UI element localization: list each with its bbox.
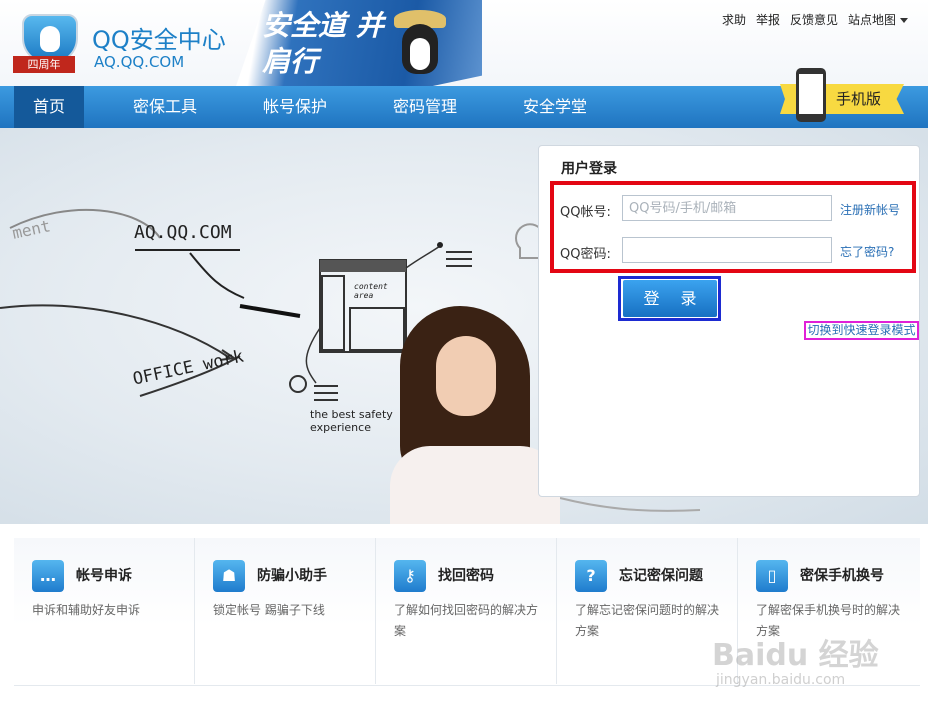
watermark-url: jingyan.baidu.com [716,672,846,688]
login-title: 用户登录 [561,161,617,177]
hero-sketch-text-safety: the best safety [310,408,393,421]
banner-slogan: 安全道 并肩行 [262,9,384,78]
top-link-feedback[interactable]: 反馈意见 [790,11,838,28]
service-title: 密保手机换号 [800,568,884,584]
hero-sketch-text-experience: experience [310,421,371,434]
watermark: Baidu 经验 [712,638,879,673]
service-card-appeal[interactable]: … 帐号申诉 申诉和辅助好友申诉 [14,538,195,684]
register-link[interactable]: 注册新帐号 [840,201,900,218]
top-link-help[interactable]: 求助 [722,11,746,28]
penguin-icon [40,26,60,52]
key-icon: ⚷ [394,560,426,592]
chat-icon: … [32,560,64,592]
account-input[interactable] [622,195,832,221]
service-desc: 了解如何找回密码的解决方案 [394,603,539,638]
phone-icon: ▯ [756,560,788,592]
login-button[interactable]: 登 录 [623,280,717,317]
logo-ribbon: 四周年 [13,56,75,73]
service-title: 忘记密保问题 [619,568,703,584]
logo-subtitle: AQ.QQ.COM [94,53,185,71]
phone-icon [796,68,826,122]
service-desc: 锁定帐号 踢骗子下线 [213,603,325,617]
nav-item-home[interactable]: 首页 [14,86,84,128]
lock-user-icon: ☗ [213,560,245,592]
nav-item-account-protection[interactable]: 帐号保护 [240,86,350,128]
service-desc: 了解忘记密保问题时的解决方案 [575,603,720,638]
service-card-forgot-question[interactable]: ? 忘记密保问题 了解忘记密保问题时的解决方案 [557,538,738,684]
top-link-report[interactable]: 举报 [756,11,780,28]
nav-item-tools[interactable]: 密保工具 [110,86,220,128]
page: 四周年 QQ安全中心 AQ.QQ.COM 安全道 并肩行 求助 举报 反馈意见 … [0,0,928,713]
top-links: 求助 举报 反馈意见 站点地图 [722,11,908,28]
service-card-anti-fraud[interactable]: ☗ 防骗小助手 锁定帐号 踢骗子下线 [195,538,376,684]
hero-model-illustration [390,306,560,524]
nav-item-academy[interactable]: 安全学堂 [500,86,610,128]
hero-sketch-text-content: content area [354,282,388,300]
service-title: 帐号申诉 [76,568,132,584]
logo-title[interactable]: QQ安全中心 [92,20,226,55]
password-input[interactable] [622,237,832,263]
top-link-sitemap[interactable]: 站点地图 [848,11,908,28]
question-icon: ? [575,560,607,592]
mobile-version-badge[interactable]: 手机版 [780,68,910,124]
password-label: QQ密码: [560,247,611,262]
hero-sketch-text-url: AQ.QQ.COM [134,222,232,243]
nav-item-password[interactable]: 密码管理 [370,86,480,128]
quick-login-switch-link[interactable]: 切换到快速登录模式 [804,321,919,340]
chevron-down-icon [900,18,908,23]
service-card-recover-password[interactable]: ⚷ 找回密码 了解如何找回密码的解决方案 [376,538,557,684]
forgot-password-link[interactable]: 忘了密码? [840,243,894,260]
account-label: QQ帐号: [560,205,611,220]
penguin-mascot-icon [394,10,446,76]
service-title: 找回密码 [438,568,494,584]
service-title: 防骗小助手 [257,568,327,584]
service-desc: 申诉和辅助好友申诉 [32,603,141,617]
mobile-version-label: 手机版 [836,90,882,108]
